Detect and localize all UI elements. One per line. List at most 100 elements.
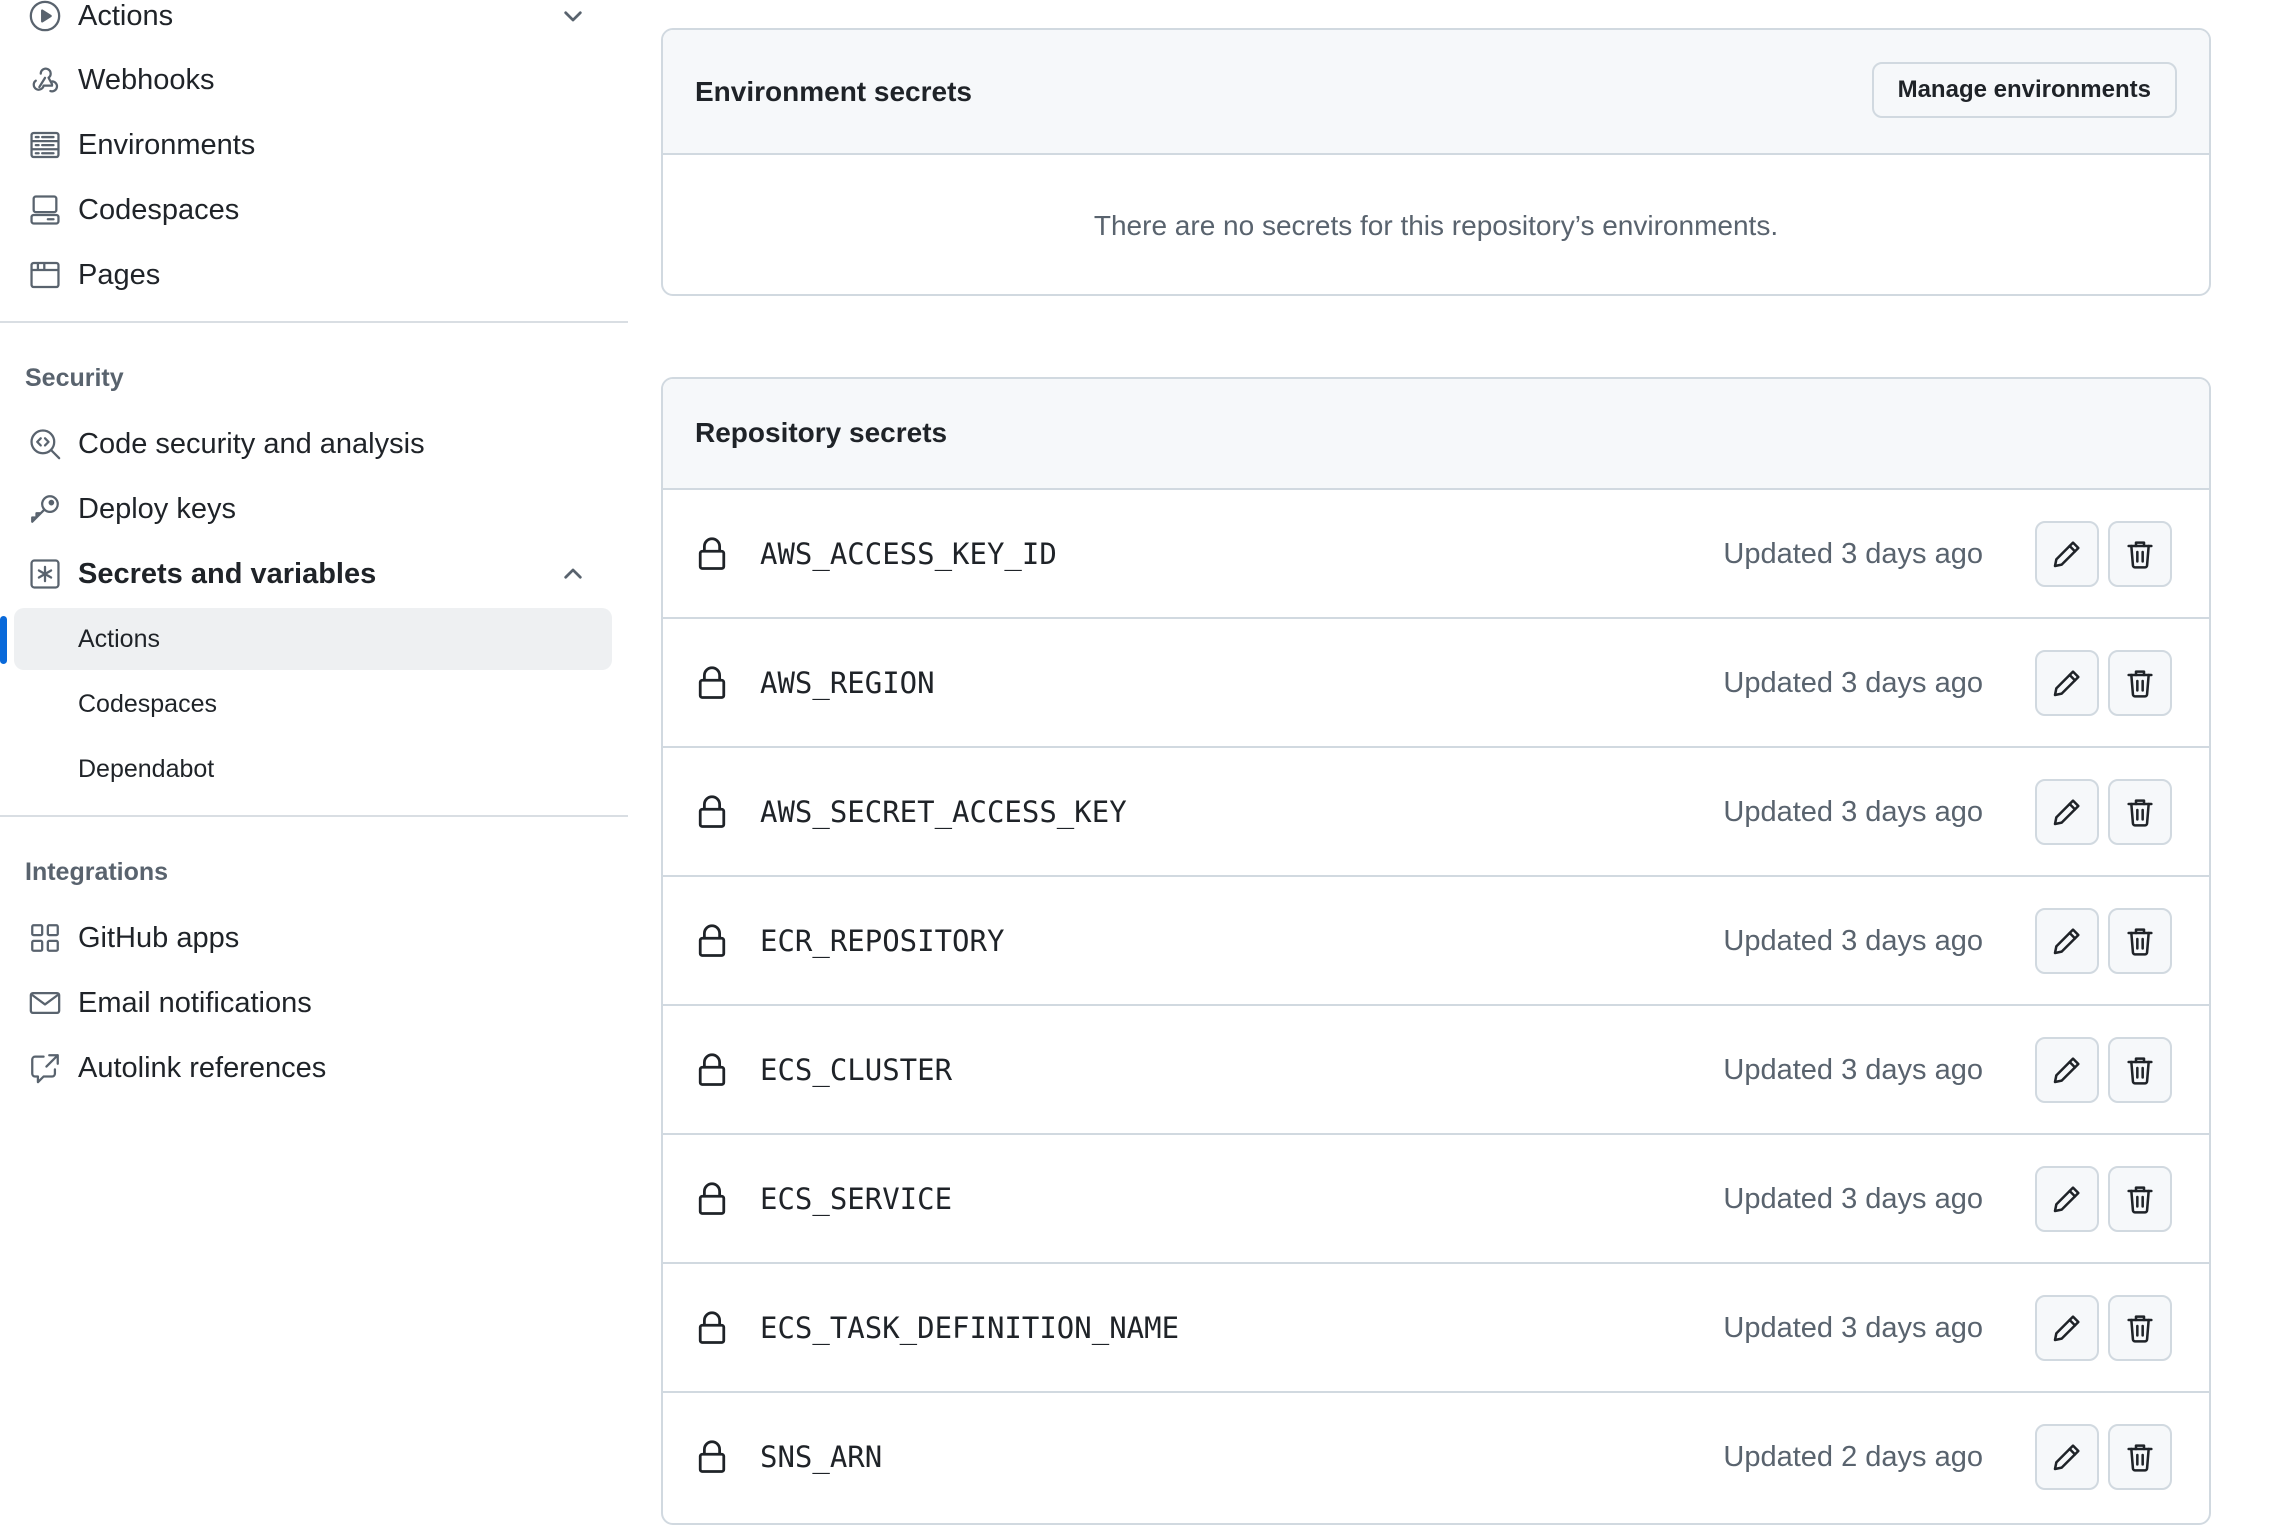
codescan-icon <box>28 427 62 461</box>
edit-secret-button[interactable] <box>2035 650 2099 716</box>
browser-icon <box>28 258 62 292</box>
lock-icon <box>695 665 729 701</box>
lock-icon <box>695 794 729 830</box>
environment-secrets-box: Environment secrets Manage environments … <box>661 28 2211 296</box>
delete-secret-button[interactable] <box>2108 908 2172 974</box>
sidebar-subitem-codespaces[interactable]: Codespaces <box>14 673 612 735</box>
secret-updated-time: Updated 3 days ago <box>1723 1054 1983 1086</box>
sidebar-item-label: GitHub apps <box>78 921 240 954</box>
chevron-down-icon[interactable] <box>560 3 586 29</box>
secret-name: ECR_REPOSITORY <box>760 924 1005 958</box>
pencil-icon <box>2053 1186 2080 1213</box>
secret-row: AWS_ACCESS_KEY_ID Updated 3 days ago <box>663 488 2209 617</box>
lock-icon <box>695 1310 729 1346</box>
secret-row: AWS_REGION Updated 3 days ago <box>663 617 2209 746</box>
settings-sidebar: Actions Webhooks Environments Codespaces… <box>0 0 628 1516</box>
lock-icon <box>695 536 729 572</box>
delete-secret-button[interactable] <box>2108 650 2172 716</box>
delete-secret-button[interactable] <box>2108 1166 2172 1232</box>
secret-name: AWS_REGION <box>760 666 935 700</box>
key-asterisk-icon <box>28 557 62 591</box>
trash-icon <box>2127 928 2153 956</box>
edit-secret-button[interactable] <box>2035 1424 2099 1490</box>
delete-secret-button[interactable] <box>2108 779 2172 845</box>
sidebar-item-label: Codespaces <box>78 193 240 226</box>
sidebar-item-codespaces[interactable]: Codespaces <box>0 180 628 240</box>
repository-secrets-box: Repository secrets AWS_ACCESS_KEY_ID Upd… <box>661 377 2211 1525</box>
play-circle-icon <box>28 0 62 33</box>
delete-secret-button[interactable] <box>2108 1424 2172 1490</box>
pencil-icon <box>2053 1315 2080 1342</box>
edit-secret-button[interactable] <box>2035 521 2099 587</box>
trash-icon <box>2127 670 2153 698</box>
sidebar-divider <box>0 321 628 323</box>
sidebar-item-label: Email notifications <box>78 986 312 1019</box>
apps-icon <box>28 921 62 955</box>
secret-name: ECS_TASK_DEFINITION_NAME <box>760 1311 1180 1345</box>
environment-secrets-title: Environment secrets <box>695 76 972 107</box>
pencil-icon <box>2053 541 2080 568</box>
repository-secrets-title: Repository secrets <box>695 417 948 448</box>
repository-secrets-header: Repository secrets <box>663 379 2209 490</box>
edit-secret-button[interactable] <box>2035 1295 2099 1361</box>
sidebar-item-label: Webhooks <box>78 63 215 96</box>
sidebar-subitem-label: Dependabot <box>78 754 215 783</box>
sidebar-item-secrets-and-variables[interactable]: Secrets and variables <box>0 544 628 604</box>
codespaces-icon <box>28 193 62 227</box>
environment-secrets-empty-message: There are no secrets for this repository… <box>1093 210 1779 241</box>
sidebar-item-label: Secrets and variables <box>78 557 377 590</box>
delete-secret-button[interactable] <box>2108 1037 2172 1103</box>
chevron-up-icon[interactable] <box>560 561 586 587</box>
secret-row: ECR_REPOSITORY Updated 3 days ago <box>663 875 2209 1004</box>
sidebar-item-pages[interactable]: Pages <box>0 245 628 305</box>
secret-updated-time: Updated 3 days ago <box>1723 925 1983 957</box>
server-icon <box>28 128 62 162</box>
sidebar-item-github-apps[interactable]: GitHub apps <box>0 908 628 968</box>
sidebar-item-email-notifications[interactable]: Email notifications <box>0 973 628 1033</box>
section-heading-security: Security <box>25 364 124 392</box>
sidebar-item-deploy-keys[interactable]: Deploy keys <box>0 479 628 539</box>
edit-secret-button[interactable] <box>2035 1037 2099 1103</box>
pencil-icon <box>2053 1444 2080 1471</box>
sidebar-item-code-security[interactable]: Code security and analysis <box>0 414 628 474</box>
environment-secrets-header: Environment secrets Manage environments <box>663 30 2209 155</box>
trash-icon <box>2127 1057 2153 1085</box>
secret-row: ECS_TASK_DEFINITION_NAME Updated 3 days … <box>663 1262 2209 1391</box>
edit-secret-button[interactable] <box>2035 908 2099 974</box>
sidebar-subitem-dependabot[interactable]: Dependabot <box>14 738 612 800</box>
webhook-icon <box>28 63 62 97</box>
secret-updated-time: Updated 3 days ago <box>1723 796 1983 828</box>
edit-secret-button[interactable] <box>2035 779 2099 845</box>
secret-updated-time: Updated 2 days ago <box>1723 1441 1983 1473</box>
trash-icon <box>2127 1186 2153 1214</box>
trash-icon <box>2127 1315 2153 1343</box>
pencil-icon <box>2053 670 2080 697</box>
secret-updated-time: Updated 3 days ago <box>1723 1312 1983 1344</box>
delete-secret-button[interactable] <box>2108 1295 2172 1361</box>
sidebar-item-autolink-references[interactable]: Autolink references <box>0 1038 628 1098</box>
sidebar-subitem-actions[interactable]: Actions <box>14 608 612 670</box>
mail-icon <box>28 986 62 1020</box>
pencil-icon <box>2053 1057 2080 1084</box>
sidebar-item-actions[interactable]: Actions <box>0 0 628 46</box>
edit-secret-button[interactable] <box>2035 1166 2099 1232</box>
manage-environments-button[interactable]: Manage environments <box>1871 62 2177 118</box>
sidebar-subitem-label: Actions <box>78 624 160 653</box>
section-heading-integrations: Integrations <box>25 858 169 886</box>
sidebar-item-label: Code security and analysis <box>78 427 425 460</box>
lock-icon <box>695 1439 729 1475</box>
secret-row: ECS_SERVICE Updated 3 days ago <box>663 1133 2209 1262</box>
pencil-icon <box>2053 799 2080 826</box>
lock-icon <box>695 1052 729 1088</box>
sidebar-subitem-label: Codespaces <box>78 689 217 718</box>
sidebar-item-environments[interactable]: Environments <box>0 115 628 175</box>
sidebar-divider <box>0 815 628 817</box>
sidebar-item-webhooks[interactable]: Webhooks <box>0 50 628 110</box>
trash-icon <box>2127 541 2153 569</box>
pencil-icon <box>2053 928 2080 955</box>
lock-icon <box>695 1181 729 1217</box>
delete-secret-button[interactable] <box>2108 521 2172 587</box>
secret-updated-time: Updated 3 days ago <box>1723 667 1983 699</box>
secret-name: SNS_ARN <box>760 1440 883 1474</box>
sidebar-item-label: Pages <box>78 258 161 291</box>
